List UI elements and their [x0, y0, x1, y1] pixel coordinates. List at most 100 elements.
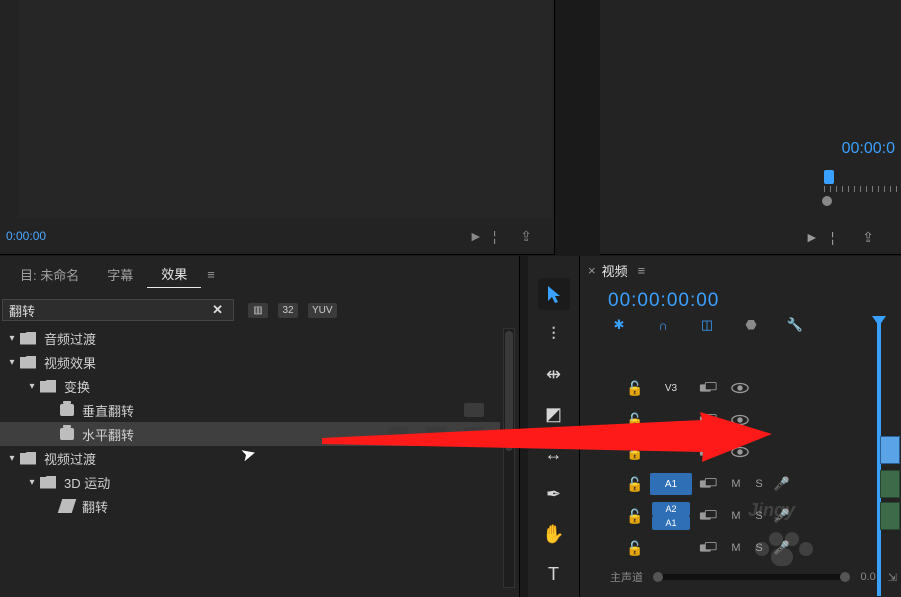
snap-icon[interactable]: ∩	[654, 316, 672, 334]
timeline-timecode[interactable]: 00:00:00:00	[608, 290, 901, 312]
track-visibility-icon[interactable]	[724, 436, 756, 468]
twisty-icon[interactable]: ▾	[6, 357, 18, 368]
type-tool[interactable]: T	[538, 558, 570, 590]
timeline-settings-icon[interactable]: 🔧	[786, 316, 804, 334]
audio-clip-2[interactable]	[880, 502, 900, 530]
zoom-handle-icon[interactable]	[822, 196, 832, 206]
video-track-header[interactable]: 🔓V3	[620, 372, 880, 404]
selection-tool[interactable]	[538, 278, 570, 310]
timeline-menu-icon[interactable]: ≡	[638, 263, 646, 278]
audio-track-header[interactable]: 🔓A2A1 MS🎤	[620, 500, 880, 532]
effects-search-input[interactable]: 翻转 ✕	[2, 299, 234, 321]
program-scrub-bar[interactable]	[824, 170, 899, 200]
video-track-header[interactable]: 🔓	[620, 404, 880, 436]
32bit-badge[interactable]: 32	[278, 303, 298, 318]
effects-tree-row[interactable]: 垂直翻转	[0, 398, 500, 422]
program-timecode[interactable]: 00:00:0	[842, 140, 895, 158]
zoom-handle-left[interactable]	[653, 572, 663, 582]
program-insert-icon[interactable]: ►¦	[805, 229, 847, 245]
sync-lock-icon[interactable]	[692, 500, 724, 532]
panel-menu-icon[interactable]: ≡	[207, 267, 215, 282]
accel-fx-badge[interactable]: ▥	[248, 303, 268, 318]
effects-tree-row[interactable]: ▾变换	[0, 374, 500, 398]
solo-toggle[interactable]: S	[748, 532, 770, 564]
track-lock-icon[interactable]: 🔓	[620, 468, 650, 500]
slip-tool[interactable]: ↔	[538, 438, 570, 470]
linked-selection-icon[interactable]: ◫	[698, 316, 716, 334]
effects-tree-row[interactable]: ▾音频过渡	[0, 326, 500, 350]
source-video-area[interactable]	[18, 0, 553, 218]
effects-tree[interactable]: ▾音频过渡▾视频效果▾变换垂直翻转水平翻转▾视频过渡▾3D 运动翻转	[0, 326, 500, 587]
voiceover-record-icon[interactable]: 🎤	[770, 500, 794, 532]
mute-toggle[interactable]: M	[724, 532, 748, 564]
track-target-toggle[interactable]	[650, 537, 692, 559]
playhead-icon[interactable]	[824, 170, 834, 184]
tab-effects[interactable]: 效果	[147, 260, 201, 288]
twisty-icon[interactable]: ▾	[6, 453, 18, 464]
markers-icon[interactable]: ⬣	[742, 316, 760, 334]
yuv-badge[interactable]: YUV	[308, 303, 337, 318]
clear-search-icon[interactable]: ✕	[208, 302, 227, 318]
timeline-panel: × 视频 ≡ 00:00:00:00 ✱ ∩ ◫ ⬣ 🔧 🔓V3🔓🔓🔓A1MS🎤…	[580, 256, 901, 597]
export-frame-icon[interactable]: ⇪	[520, 228, 542, 244]
hand-tool[interactable]: ✋	[538, 518, 570, 550]
track-lock-icon[interactable]: 🔓	[620, 500, 650, 532]
scrollbar-thumb[interactable]	[505, 331, 513, 451]
mute-toggle[interactable]: M	[724, 500, 748, 532]
track-target-toggle[interactable]: V3	[650, 377, 692, 399]
zoom-handle-right[interactable]	[840, 572, 850, 582]
tab-captions[interactable]: 字幕	[93, 261, 147, 288]
timeline-expand-icon[interactable]: ⇲	[888, 571, 897, 584]
timeline-zoom-bar[interactable]	[653, 574, 850, 580]
voiceover-record-icon[interactable]: 🎤	[770, 468, 794, 500]
audio-clip-1[interactable]	[880, 470, 900, 498]
tree-row-label: 垂直翻转	[82, 401, 134, 420]
solo-toggle[interactable]: S	[748, 500, 770, 532]
close-tab-icon[interactable]: ×	[588, 263, 596, 278]
insert-icon[interactable]: ►¦	[469, 228, 507, 244]
sync-lock-icon[interactable]	[692, 372, 724, 404]
effects-panel: 目: 未命名 字幕 效果 ≡ 翻转 ✕ ▥ 32 YUV ▾音频过渡▾视频效果▾…	[0, 256, 520, 597]
effects-tree-row[interactable]: 翻转	[0, 494, 500, 518]
sequence-name[interactable]: 视频	[602, 261, 628, 280]
track-target-toggle[interactable]: A2A1	[650, 500, 692, 532]
tab-project[interactable]: 目: 未命名	[6, 261, 93, 288]
track-visibility-icon[interactable]	[724, 372, 756, 404]
track-select-tool[interactable]: ⫶	[538, 318, 570, 350]
folder-icon	[40, 476, 56, 489]
video-clip[interactable]	[880, 436, 900, 464]
audio-track-header[interactable]: 🔓 MS🎤	[620, 532, 880, 564]
effects-tree-row[interactable]: ▾视频过渡	[0, 446, 500, 470]
twisty-icon[interactable]: ▾	[26, 381, 38, 392]
sync-lock-icon[interactable]	[692, 468, 724, 500]
sync-lock-icon[interactable]	[692, 436, 724, 468]
video-track-header[interactable]: 🔓	[620, 436, 880, 468]
audio-track-header[interactable]: 🔓A1 MS🎤	[620, 468, 880, 500]
ripple-edit-tool[interactable]: ⇹	[538, 358, 570, 390]
twisty-icon[interactable]: ▾	[6, 333, 18, 344]
track-lock-icon[interactable]: 🔓	[620, 372, 650, 404]
effects-tree-row[interactable]: ▾视频效果	[0, 350, 500, 374]
program-export-icon[interactable]: ⇪	[862, 229, 886, 245]
effects-scrollbar[interactable]	[503, 328, 515, 588]
voiceover-record-icon[interactable]: 🎤	[770, 532, 794, 564]
effects-tree-row[interactable]: 水平翻转	[0, 422, 500, 446]
source-timecode[interactable]: 0:00:00	[6, 229, 46, 243]
sync-lock-icon[interactable]	[692, 404, 724, 436]
track-lock-icon[interactable]: 🔓	[620, 404, 650, 436]
track-lock-icon[interactable]: 🔓	[620, 436, 650, 468]
razor-tool[interactable]: ◩	[538, 398, 570, 430]
folder-icon	[40, 380, 56, 393]
effects-tree-row[interactable]: ▾3D 运动	[0, 470, 500, 494]
track-target-toggle[interactable]: A1	[650, 473, 692, 495]
track-target-toggle[interactable]	[650, 409, 692, 431]
mute-toggle[interactable]: M	[724, 468, 748, 500]
track-lock-icon[interactable]: 🔓	[620, 532, 650, 564]
solo-toggle[interactable]: S	[748, 468, 770, 500]
pen-tool[interactable]: ✒	[538, 478, 570, 510]
track-target-toggle[interactable]	[650, 441, 692, 463]
sync-lock-icon[interactable]	[692, 532, 724, 564]
track-visibility-icon[interactable]	[724, 404, 756, 436]
twisty-icon[interactable]: ▾	[26, 477, 38, 488]
nest-sequence-icon[interactable]: ✱	[610, 316, 628, 334]
